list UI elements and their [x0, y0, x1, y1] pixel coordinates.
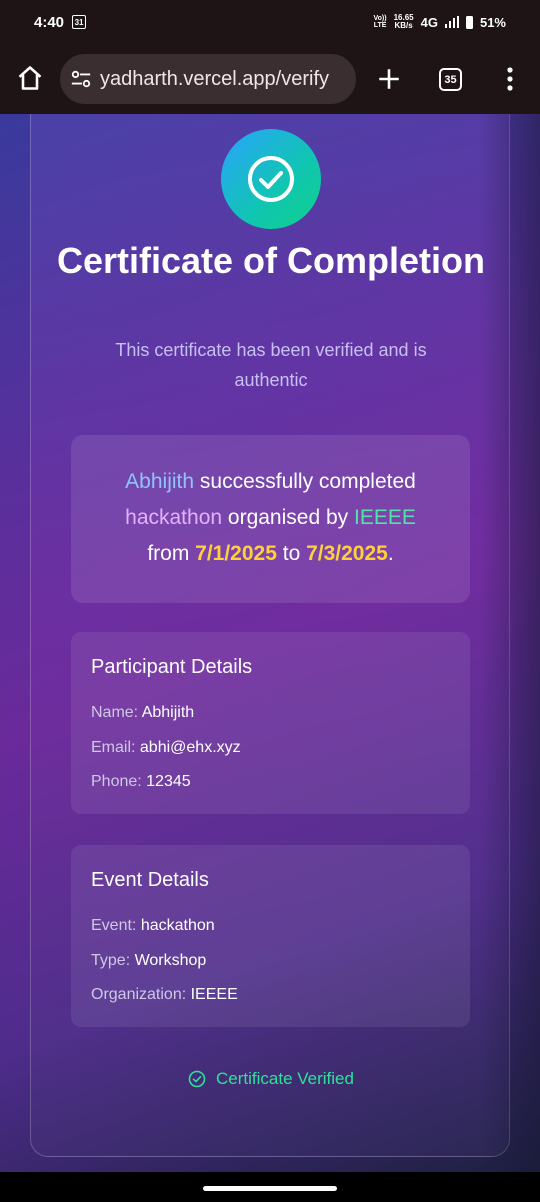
calendar-icon: 31 [72, 15, 87, 29]
network-type: 4G [420, 14, 438, 30]
battery-icon [465, 15, 473, 29]
completion-statement: Abhijith successfully completed hackatho… [71, 435, 470, 603]
page-content: Certificate of Completion This certifica… [0, 114, 540, 1172]
event-details-panel: Event Details Event: hackathon Type: Wor… [71, 845, 470, 1027]
battery-level: 51% [479, 14, 506, 30]
event-name-row: Event: hackathon [91, 917, 215, 934]
verified-status: Certificate Verified [31, 1069, 511, 1089]
participant-details-panel: Participant Details Name: Abhijith Email… [71, 632, 470, 814]
end-date: 7/3/2025 [306, 542, 388, 565]
participant-name-row: Name: Abhijith [91, 704, 195, 721]
status-time: 4:40 [34, 13, 65, 31]
volte-icon: Vo)) LTE [373, 15, 387, 29]
new-tab-icon[interactable] [376, 66, 402, 92]
verified-label: Certificate Verified [216, 1069, 354, 1088]
signal-icon [444, 16, 459, 28]
tab-switcher-button[interactable]: 35 [439, 68, 462, 91]
gesture-handle[interactable] [203, 1186, 337, 1191]
system-nav-bar [0, 1172, 540, 1202]
organization-highlight: IEEEE [353, 506, 416, 529]
participant-details-heading: Participant Details [91, 656, 253, 678]
status-bar: 4:40 31 Vo)) LTE 16.65 KB/s 4G 51% [0, 0, 540, 44]
certificate-title: Certificate of Completion [56, 240, 486, 281]
home-icon[interactable] [16, 64, 44, 92]
certificate-subtitle: This certificate has been verified and i… [115, 340, 427, 390]
address-bar[interactable]: yadharth.vercel.app/verify [60, 54, 356, 104]
browser-toolbar: yadharth.vercel.app/verify 35 [0, 44, 540, 114]
participant-phone-row: Phone: 12345 [91, 773, 191, 790]
network-speed: 16.65 KB/s [393, 13, 414, 30]
participant-name-highlight: Abhijith [125, 470, 195, 493]
start-date: 7/1/2025 [195, 542, 277, 565]
verified-badge [221, 129, 321, 229]
check-circle-icon [188, 1070, 206, 1088]
certificate-card: Certificate of Completion This certifica… [30, 114, 510, 1157]
event-organization-row: Organization: IEEEE [91, 986, 238, 1003]
url-text[interactable]: yadharth.vercel.app/verify [100, 68, 329, 91]
check-circle-icon [248, 156, 294, 202]
event-details-heading: Event Details [91, 869, 209, 891]
participant-email-row: Email: abhi@ehx.xyz [91, 739, 241, 756]
event-name-highlight: hackathon [125, 506, 223, 529]
site-settings-icon[interactable] [70, 68, 92, 90]
event-type-row: Type: Workshop [91, 952, 207, 969]
more-options-icon[interactable] [500, 66, 520, 92]
status-indicators: Vo)) LTE 16.65 KB/s 4G 51% [374, 14, 507, 30]
